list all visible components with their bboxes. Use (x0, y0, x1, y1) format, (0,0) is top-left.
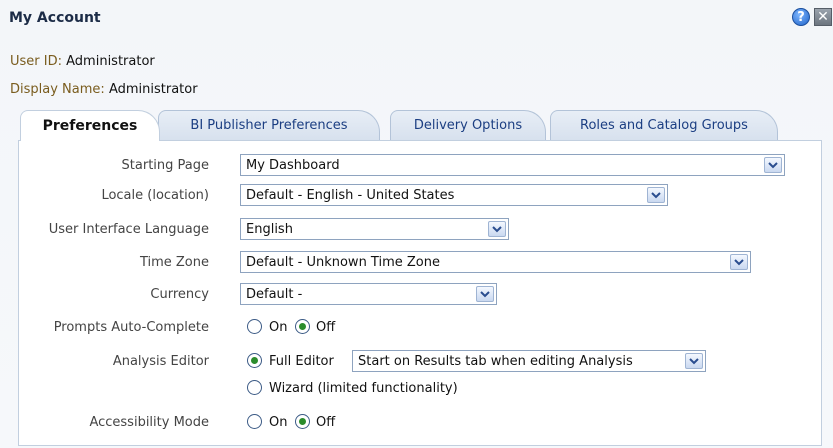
tab-bi-publisher-preferences[interactable]: BI Publisher Preferences (158, 110, 380, 140)
currency-value: Default - (246, 286, 303, 302)
prompts-auto-complete-on-label: On (269, 320, 288, 335)
time-zone-label: Time Zone (139, 255, 209, 270)
accessibility-mode-on-radio[interactable] (247, 414, 262, 429)
close-icon[interactable]: ✕ (814, 8, 832, 26)
tab-label: Delivery Options (413, 118, 523, 133)
accessibility-mode-off-radio[interactable] (295, 414, 310, 429)
display-name-label: Display Name: (10, 82, 105, 97)
ui-language-select[interactable]: English (240, 218, 509, 240)
starting-page-select[interactable]: My Dashboard (240, 154, 785, 176)
chevron-down-icon[interactable] (685, 353, 703, 369)
time-zone-select[interactable]: Default - Unknown Time Zone (240, 251, 751, 273)
tab-label: Preferences (42, 118, 138, 134)
currency-label: Currency (150, 287, 209, 302)
locale-select[interactable]: Default - English - United States (240, 184, 668, 206)
my-account-dialog: My Account ? ✕ User ID: Administrator Di… (0, 0, 833, 448)
tab-preferences[interactable]: Preferences (20, 110, 160, 141)
tab-label: Roles and Catalog Groups (580, 118, 748, 133)
preferences-panel: Starting Page My Dashboard Locale (locat… (18, 140, 822, 446)
chevron-down-icon[interactable] (647, 187, 665, 203)
user-id-label: User ID: (10, 54, 62, 69)
display-name-value: Administrator (108, 82, 198, 97)
prompts-auto-complete-off-label: Off (316, 320, 336, 335)
accessibility-mode-off-label: Off (316, 415, 336, 430)
time-zone-value: Default - Unknown Time Zone (246, 254, 440, 270)
chevron-down-icon[interactable] (764, 157, 782, 173)
chevron-down-icon[interactable] (488, 221, 506, 237)
prompts-auto-complete-label: Prompts Auto-Complete (53, 320, 209, 335)
starting-page-value: My Dashboard (246, 157, 340, 173)
accessibility-mode-on-label: On (269, 415, 288, 430)
analysis-editor-full-value: Start on Results tab when editing Analys… (358, 353, 633, 369)
locale-label: Locale (location) (101, 188, 209, 203)
help-icon[interactable]: ? (792, 8, 810, 26)
currency-select[interactable]: Default - (240, 283, 497, 305)
prompts-auto-complete-on-radio[interactable] (247, 319, 262, 334)
title-icons: ? ✕ (792, 8, 832, 26)
chevron-down-icon[interactable] (476, 286, 494, 302)
display-name-row: Display Name: Administrator (10, 82, 198, 97)
accessibility-mode-label: Accessibility Mode (89, 415, 209, 430)
locale-value: Default - English - United States (246, 187, 455, 203)
chevron-down-icon[interactable] (730, 254, 748, 270)
prompts-auto-complete-off-radio[interactable] (295, 319, 310, 334)
dialog-title: My Account (9, 10, 101, 26)
ui-language-label: User Interface Language (48, 222, 209, 237)
starting-page-label: Starting Page (121, 158, 209, 173)
analysis-editor-wizard-label: Wizard (limited functionality) (269, 381, 458, 396)
analysis-editor-label: Analysis Editor (112, 354, 209, 369)
tab-label: BI Publisher Preferences (190, 118, 348, 133)
user-id-row: User ID: Administrator (10, 54, 155, 69)
ui-language-value: English (246, 221, 293, 237)
analysis-editor-full-label: Full Editor (269, 354, 334, 369)
user-id-value: Administrator (66, 54, 155, 69)
tab-roles-and-catalog-groups[interactable]: Roles and Catalog Groups (550, 110, 778, 140)
tab-delivery-options[interactable]: Delivery Options (390, 110, 546, 140)
analysis-editor-wizard-radio[interactable] (247, 380, 262, 395)
analysis-editor-full-select[interactable]: Start on Results tab when editing Analys… (352, 350, 706, 372)
analysis-editor-full-radio[interactable] (247, 353, 262, 368)
